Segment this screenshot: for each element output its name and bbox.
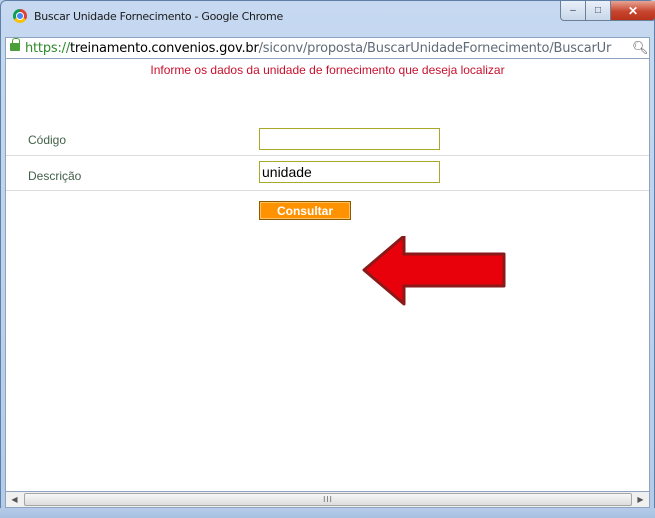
maximize-button[interactable]: □ [586, 1, 611, 21]
scroll-right-arrow-icon[interactable]: ▶ [632, 492, 649, 507]
consultar-button[interactable]: Consultar [259, 201, 351, 220]
codigo-label: Código [28, 133, 67, 147]
close-button[interactable]: ✕ [611, 1, 655, 21]
codigo-row: Código [6, 123, 649, 156]
url-host: treinamento.convenios.gov.br [70, 41, 259, 56]
title-bar[interactable]: Buscar Unidade Fornecimento - Google Chr… [1, 1, 655, 31]
scroll-left-arrow-icon[interactable]: ◀ [6, 492, 23, 507]
url-path: /siconv/proposta/BuscarUnidadeFornecimen… [258, 41, 612, 56]
horizontal-scrollbar[interactable]: ◀ III ▶ [5, 491, 650, 508]
background-page-bottom [0, 508, 655, 518]
popup-window: Buscar Unidade Fornecimento - Google Chr… [0, 0, 655, 518]
lock-icon [10, 38, 20, 51]
instruction-text: Informe os dados da unidade de fornecime… [150, 63, 505, 77]
zoom-icon[interactable]: 🔍︎ [632, 40, 649, 56]
address-bar[interactable]: https://treinamento.convenios.gov.br/sic… [5, 37, 650, 59]
chrome-icon [13, 9, 27, 23]
window-controls: – □ ✕ [560, 1, 655, 21]
descricao-label: Descrição [28, 169, 82, 183]
page-content: Informe os dados da unidade de fornecime… [5, 59, 650, 491]
codigo-input[interactable] [259, 128, 440, 150]
descricao-row: Descrição [6, 157, 649, 191]
scrollbar-thumb[interactable]: III [24, 493, 632, 506]
minimize-button[interactable]: – [560, 1, 586, 21]
descricao-input[interactable] [259, 161, 440, 183]
pointer-arrow-icon [362, 236, 506, 306]
window-title: Buscar Unidade Fornecimento - Google Chr… [34, 10, 283, 23]
url-scheme: https:// [25, 41, 70, 56]
url-text[interactable]: https://treinamento.convenios.gov.br/sic… [25, 41, 611, 56]
